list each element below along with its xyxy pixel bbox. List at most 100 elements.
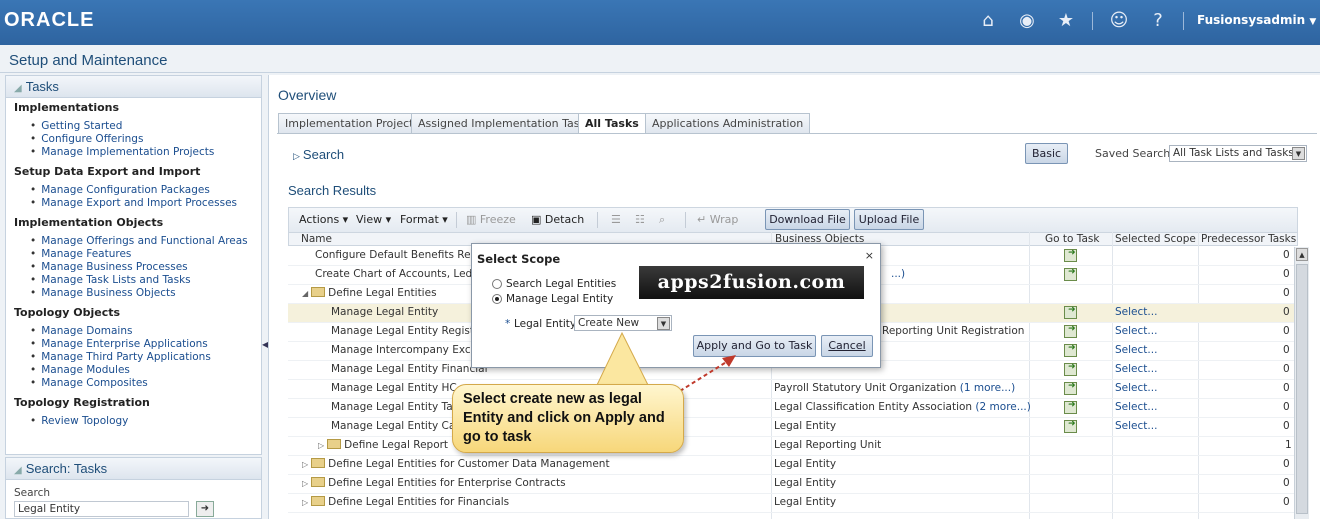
detach-button[interactable]: ▣ Detach (531, 213, 584, 226)
radio-label-manage: Manage Legal Entity (506, 293, 614, 305)
close-icon[interactable]: × (865, 249, 874, 262)
table-row[interactable]: ▷ Define Legal Entities for Financials Le… (288, 494, 1298, 513)
actions-menu[interactable]: Actions ▾ (299, 213, 348, 226)
wrap-columns-icon[interactable]: ☰ (611, 213, 621, 226)
tab-implementation-projects[interactable]: Implementation Projects (278, 113, 427, 134)
more-link[interactable]: (2 more...) (975, 401, 1030, 413)
tab-assigned-implementation-tasks[interactable]: Assigned Implementation Tasks (411, 113, 599, 134)
row-business-objects: Legal Reporting Unit (774, 439, 882, 451)
search-go-button[interactable]: ➜ (196, 501, 214, 517)
link-manage-enterprise-applications[interactable]: Manage Enterprise Applications (30, 338, 208, 350)
radio-search-legal-entities[interactable] (492, 279, 502, 289)
compass-icon[interactable]: ◉ (1016, 10, 1038, 32)
format-menu[interactable]: Format ▾ (400, 213, 448, 226)
tab-all-tasks[interactable]: All Tasks (578, 113, 646, 134)
home-icon[interactable]: ⌂ (977, 10, 999, 32)
scroll-up-icon[interactable]: ▲ (1296, 248, 1308, 261)
row-name: Define Legal Entities for Enterprise Con… (328, 477, 566, 489)
collapse-row-icon[interactable]: ◢ (302, 289, 308, 298)
column-predecessor-tasks[interactable]: Predecessor Tasks (1201, 233, 1296, 245)
table-row[interactable]: Manage Legal Entity HC Payroll Statutory… (288, 380, 1298, 399)
go-to-task-icon[interactable] (1064, 343, 1077, 357)
row-predecessor: 0 (1283, 382, 1290, 394)
view-menu[interactable]: View ▾ (356, 213, 391, 226)
link-manage-task-lists[interactable]: Manage Task Lists and Tasks (30, 274, 190, 286)
select-scope-link[interactable]: Select... (1115, 306, 1157, 318)
search-panel-title: Search: Tasks (25, 461, 108, 476)
query-by-example-icon[interactable]: ⌕ (659, 213, 665, 227)
link-configure-offerings[interactable]: Configure Offerings (30, 133, 143, 145)
link-manage-composites[interactable]: Manage Composites (30, 377, 148, 389)
divider (0, 72, 1320, 73)
select-scope-link[interactable]: Select... (1115, 325, 1157, 337)
tab-applications-administration[interactable]: Applications Administration (645, 113, 811, 134)
link-manage-third-party-applications[interactable]: Manage Third Party Applications (30, 351, 211, 363)
link-manage-implementation-projects[interactable]: Manage Implementation Projects (30, 146, 214, 158)
scroll-thumb[interactable] (1296, 264, 1308, 514)
search-disclosure[interactable]: ▷ Search (293, 147, 344, 162)
user-menu[interactable]: Fusionsysadmin ▼ (1197, 13, 1316, 27)
radio-manage-legal-entity[interactable] (492, 294, 502, 304)
search-panel-header[interactable]: ◢ Search: Tasks (6, 458, 261, 480)
basic-button[interactable]: Basic (1025, 143, 1068, 164)
link-manage-configuration-packages[interactable]: Manage Configuration Packages (30, 184, 210, 196)
freeze-button[interactable]: ▥ Freeze (466, 213, 516, 226)
link-manage-offerings[interactable]: Manage Offerings and Functional Areas (30, 235, 247, 247)
collapse-icon[interactable]: ◢ (14, 465, 22, 476)
select-scope-link[interactable]: Select... (1115, 420, 1157, 432)
go-to-task-icon[interactable] (1064, 362, 1077, 376)
more-link[interactable]: (1 more...) (960, 382, 1015, 394)
collapse-panel-icon[interactable]: ◀ (262, 340, 268, 350)
table-row[interactable]: Manage Legal Entity Ta Legal Classificat… (288, 399, 1298, 418)
row-name-cell: ▷ Define Legal Entities for Financials (302, 496, 509, 508)
go-to-task-icon[interactable] (1064, 381, 1077, 395)
upload-file-button[interactable]: Upload File (854, 209, 924, 230)
reorder-columns-icon[interactable]: ☷ (635, 213, 645, 226)
link-manage-export-import-processes[interactable]: Manage Export and Import Processes (30, 197, 237, 209)
cancel-button[interactable]: Cancel (821, 335, 873, 357)
select-scope-link[interactable]: Select... (1115, 401, 1157, 413)
help-icon[interactable]: ? (1147, 10, 1169, 32)
select-scope-link[interactable]: Select... (1115, 382, 1157, 394)
saved-search-select[interactable]: All Task Lists and Tasks ▼ (1169, 145, 1307, 162)
star-icon[interactable]: ★ (1055, 10, 1077, 32)
expand-row-icon[interactable]: ▷ (302, 479, 308, 488)
table-row[interactable]: ▷ Define Legal Entities for Customer Data… (288, 456, 1298, 475)
link-manage-domains[interactable]: Manage Domains (30, 325, 132, 337)
wrap-button[interactable]: ↵ Wrap (697, 213, 738, 226)
select-scope-link[interactable]: Select... (1115, 363, 1157, 375)
expand-row-icon[interactable]: ▷ (318, 441, 324, 450)
go-to-task-icon[interactable] (1064, 400, 1077, 414)
accessibility-icon[interactable]: ☺ (1108, 10, 1130, 32)
go-to-task-icon[interactable] (1064, 419, 1077, 433)
row-predecessor: 0 (1283, 287, 1290, 299)
link-review-topology[interactable]: Review Topology (30, 415, 128, 427)
go-to-task-icon[interactable] (1064, 267, 1077, 281)
table-row[interactable]: Manage Legal Entity Ca Legal Entity Sele… (288, 418, 1298, 437)
link-manage-modules[interactable]: Manage Modules (30, 364, 130, 376)
column-name[interactable]: Name (301, 233, 332, 245)
divider (277, 133, 1317, 134)
link-manage-features[interactable]: Manage Features (30, 248, 131, 260)
link-getting-started[interactable]: Getting Started (30, 120, 122, 132)
column-go-to-task[interactable]: Go to Task (1045, 233, 1099, 245)
expand-row-icon[interactable]: ▷ (302, 498, 308, 507)
go-to-task-icon[interactable] (1064, 305, 1077, 319)
expand-row-icon[interactable]: ▷ (302, 460, 308, 469)
search-input[interactable]: Legal Entity (14, 501, 189, 517)
collapse-icon[interactable]: ◢ (14, 83, 22, 94)
go-to-task-icon[interactable] (1064, 324, 1077, 338)
table-row[interactable]: ▷ Define Legal Report Legal Reporting Uni… (288, 437, 1298, 456)
go-to-task-icon[interactable] (1064, 248, 1077, 262)
expand-icon: ▷ (293, 151, 300, 161)
select-scope-link[interactable]: Select... (1115, 344, 1157, 356)
download-file-button[interactable]: Download File (765, 209, 850, 230)
column-selected-scope[interactable]: Selected Scope (1115, 233, 1196, 245)
tasks-panel-header[interactable]: ◢ Tasks (6, 76, 261, 98)
row-business-objects[interactable]: ...) (891, 268, 905, 280)
table-vertical-scrollbar[interactable]: ▲ (1294, 247, 1309, 519)
table-row[interactable]: ▷ Define Legal Entities for Enterprise Co… (288, 475, 1298, 494)
row-name-cell: ◢ Define Legal Entities (302, 287, 437, 299)
link-manage-business-objects[interactable]: Manage Business Objects (30, 287, 175, 299)
link-manage-business-processes[interactable]: Manage Business Processes (30, 261, 187, 273)
